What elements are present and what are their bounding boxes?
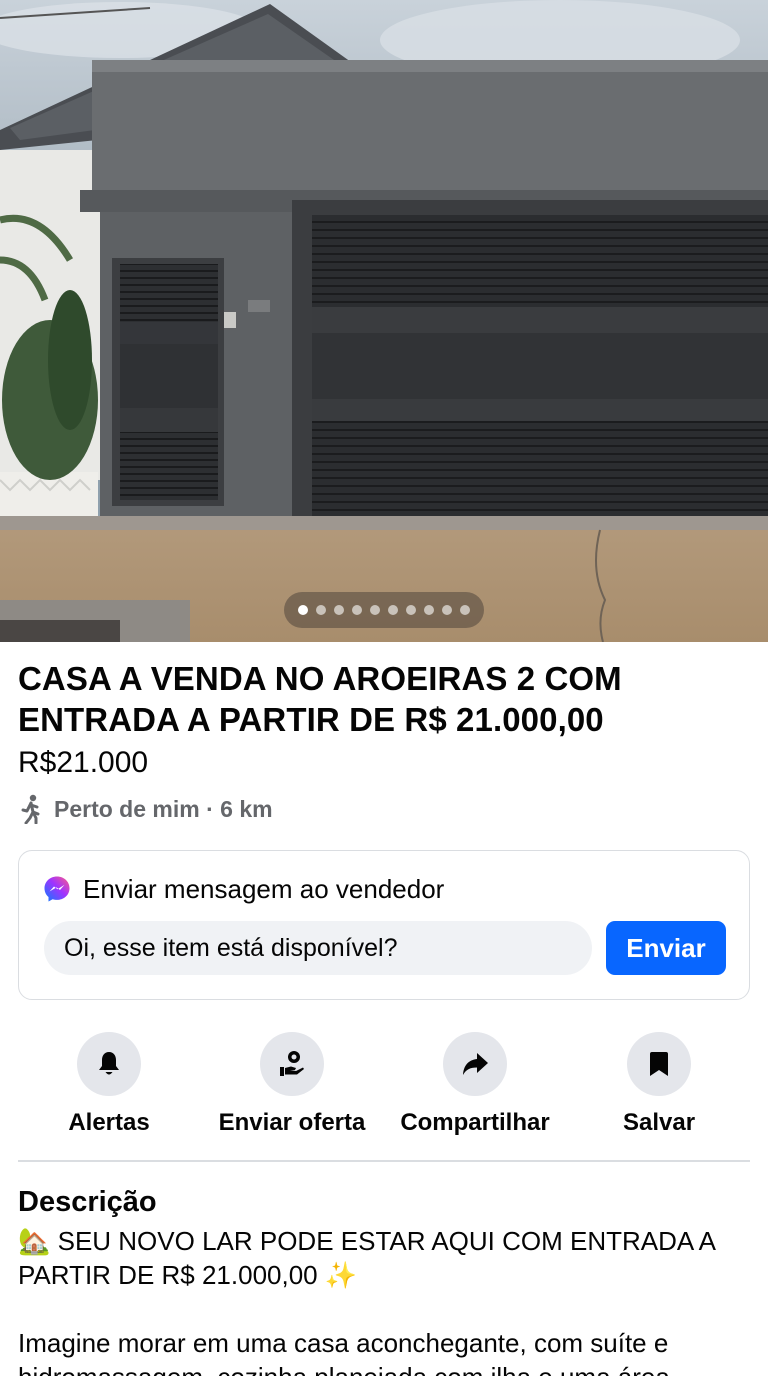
bell-icon (99, 1052, 119, 1075)
send-offer-circle[interactable] (260, 1032, 324, 1096)
message-header-text: Enviar mensagem ao vendedor (83, 874, 445, 904)
walking-person-icon (21, 794, 40, 824)
gallery-dot[interactable] (388, 605, 398, 615)
listing-photo[interactable] (0, 0, 768, 642)
location-text: Perto de mim · 6 km (54, 795, 273, 822)
share-arrow-icon (463, 1053, 488, 1075)
alerts-circle[interactable] (77, 1032, 141, 1096)
message-input-value: Oi, esse item está disponível? (64, 933, 398, 962)
gallery-dot[interactable] (352, 605, 362, 615)
listing-title: CASA A VENDA NO AROEIRAS 2 COM ENTRADA A… (18, 660, 622, 738)
action-bar: Alertas Enviar oferta Compartilhar Salva… (0, 1032, 768, 1144)
gallery-dot[interactable] (424, 605, 434, 615)
gallery-dot[interactable] (334, 605, 344, 615)
gallery-pagination[interactable] (284, 592, 484, 628)
share-label: Compartilhar (400, 1109, 550, 1136)
alerts-label: Alertas (68, 1109, 150, 1136)
description-heading: Descrição (18, 1186, 157, 1218)
offer-hand-icon (280, 1051, 304, 1076)
save-circle[interactable] (627, 1032, 691, 1096)
send-button[interactable]: Enviar (606, 921, 726, 975)
gallery-dot[interactable] (442, 605, 452, 615)
share-circle[interactable] (443, 1032, 507, 1096)
save-button[interactable]: Salvar (564, 1032, 754, 1138)
send-offer-label: Enviar oferta (218, 1109, 366, 1136)
message-seller-card: Enviar mensagem ao vendedor Oi, esse ite… (18, 850, 750, 1000)
save-label: Salvar (622, 1109, 696, 1136)
share-button[interactable]: Compartilhar (380, 1032, 570, 1138)
bookmark-icon (650, 1052, 668, 1076)
message-input[interactable]: Oi, esse item está disponível? (44, 921, 592, 975)
gallery-dot[interactable] (460, 605, 470, 615)
listing-price: R$21.000 (18, 746, 149, 779)
messenger-icon (44, 876, 70, 902)
house-image (0, 0, 768, 642)
gallery-dot[interactable] (316, 605, 326, 615)
listing-location: Perto de mim · 6 km (18, 792, 273, 826)
send-offer-button[interactable]: Enviar oferta (197, 1032, 387, 1138)
gallery-dot[interactable] (370, 605, 380, 615)
gallery-dot[interactable] (406, 605, 416, 615)
alerts-button[interactable]: Alertas (14, 1032, 204, 1138)
message-header: Enviar mensagem ao vendedor (43, 873, 444, 905)
gallery-dot[interactable] (298, 605, 308, 615)
divider (18, 1160, 750, 1162)
description-body: 🏡 SEU NOVO LAR PODE ESTAR AQUI COM ENTRA… (18, 1226, 715, 1376)
